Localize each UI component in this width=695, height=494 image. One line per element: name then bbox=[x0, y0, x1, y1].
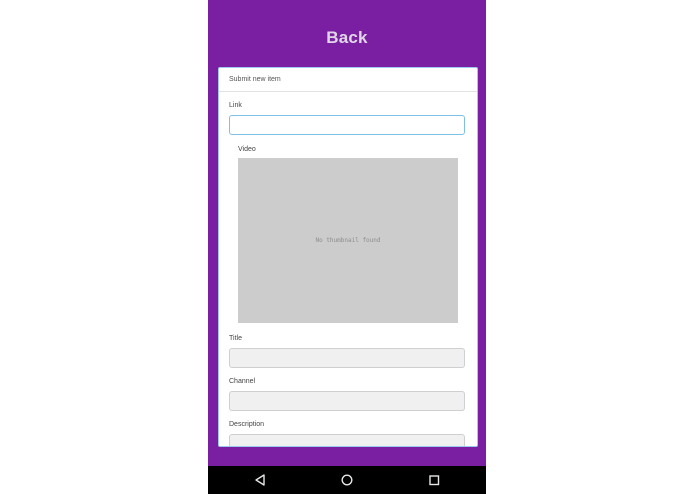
home-circle-icon[interactable] bbox=[339, 472, 355, 488]
back-triangle-icon[interactable] bbox=[252, 472, 268, 488]
video-label: Video bbox=[238, 146, 256, 153]
card-header: Submit new item bbox=[219, 68, 477, 92]
link-input[interactable] bbox=[229, 115, 465, 135]
description-label: Description bbox=[229, 421, 265, 428]
title-input[interactable] bbox=[229, 348, 465, 368]
channel-label: Channel bbox=[229, 378, 256, 385]
recents-square-icon[interactable] bbox=[426, 472, 442, 488]
channel-input[interactable] bbox=[229, 391, 465, 411]
title-label: Title bbox=[229, 335, 242, 342]
back-title[interactable]: Back bbox=[208, 28, 486, 48]
android-nav-bar bbox=[208, 466, 486, 494]
description-input[interactable] bbox=[229, 434, 465, 446]
link-label: Link bbox=[229, 102, 242, 109]
submit-item-card: Submit new item Link Video No thumbnail … bbox=[218, 67, 478, 447]
no-thumbnail-text: No thumbnail found bbox=[315, 237, 381, 244]
video-thumbnail: No thumbnail found bbox=[238, 158, 458, 323]
phone-screen: Back Submit new item Link Video No thumb… bbox=[208, 0, 486, 494]
